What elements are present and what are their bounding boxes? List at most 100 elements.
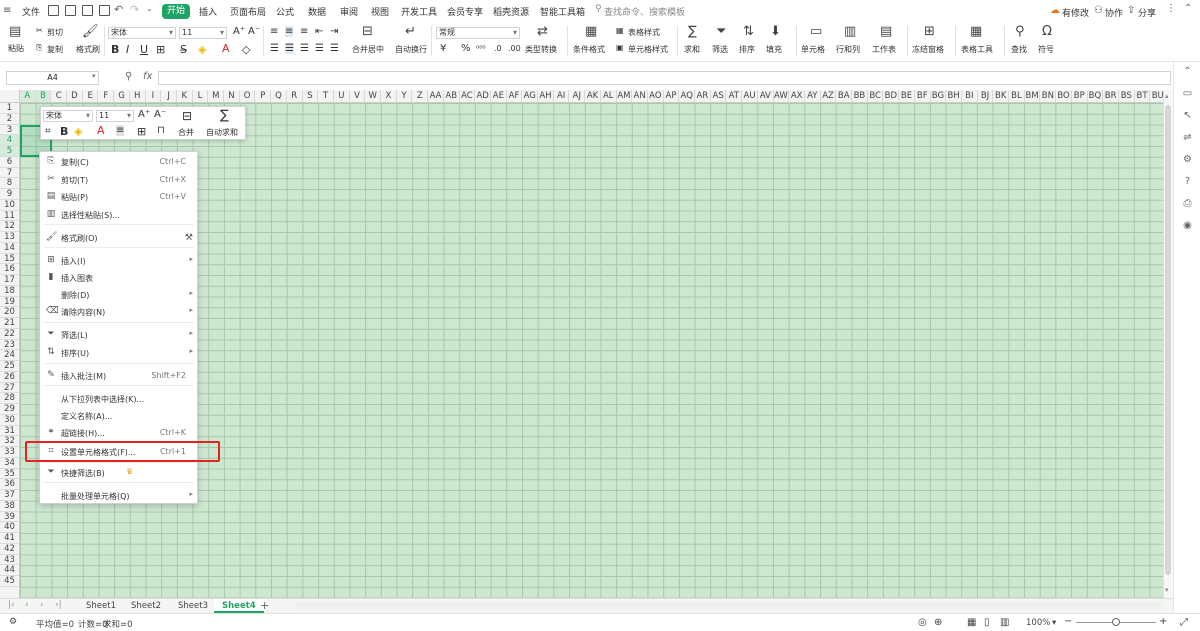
column-header-cell[interactable]: X [381,90,397,102]
column-header-cell[interactable]: AC [460,90,476,102]
cell-style-button[interactable]: 单元格样式 [628,44,668,55]
row-header-cell[interactable]: 5 [0,146,19,157]
tab-data[interactable]: 数据 [308,5,326,18]
paste-icon[interactable]: ▤ [9,25,21,38]
column-header-cell[interactable]: AX [789,90,805,102]
table-style-button[interactable]: 表格样式 [628,27,660,38]
column-header-cell[interactable]: BJ [978,90,994,102]
wrap-text-icon[interactable]: ↵ [405,25,416,38]
freeze-icon[interactable]: ⊞ [924,25,935,38]
column-header-cell[interactable]: H [130,90,146,102]
row-header-cell[interactable]: 11 [0,211,19,222]
row-header-cell[interactable]: 4 [0,135,19,146]
row-header-cell[interactable]: 44 [0,565,19,576]
increase-decimal-icon[interactable]: .0 [494,44,502,53]
column-header-cell[interactable]: AY [805,90,821,102]
macro-icon[interactable]: ⚙ [9,617,17,627]
row-header-cell[interactable]: 23 [0,340,19,351]
menu-item-delete[interactable]: 删除(D) ▸ [40,286,197,303]
merge-icon[interactable]: ⊟ [182,109,192,123]
column-header-cell[interactable]: BU [1150,90,1163,102]
page-layout-view-icon[interactable]: ▯ [984,617,990,628]
autosum-icon[interactable]: ∑ [220,108,229,123]
row-header-cell[interactable]: 31 [0,426,19,437]
column-header-cell[interactable]: P [256,90,272,102]
currency-icon[interactable]: ¥ [440,43,446,54]
column-header-cell[interactable]: AU [742,90,758,102]
border-icon[interactable]: ⊞ [156,43,165,56]
cursor-icon[interactable]: ↖ [1182,110,1193,121]
sort-button[interactable]: 排序 [739,44,755,55]
row-header-cell[interactable]: 3 [0,125,19,136]
row-header-cell[interactable]: 27 [0,383,19,394]
row-header-cell[interactable]: 29 [0,404,19,415]
tab-start[interactable]: 开始 [162,4,190,19]
row-header-cell[interactable]: 12 [0,221,19,232]
font-name-select[interactable]: 宋体 ▾ [108,27,176,39]
clear-format-icon[interactable]: ◇ [242,43,250,56]
tab-page-layout[interactable]: 页面布局 [230,5,266,18]
column-header-cell[interactable]: AL [601,90,617,102]
column-header-cell[interactable]: BT [1135,90,1151,102]
column-header-cell[interactable]: AV [758,90,774,102]
ruler-icon[interactable]: ▭ [1182,88,1193,99]
column-header-cell[interactable]: AR [695,90,711,102]
tab-member[interactable]: 会员专享 [447,5,483,18]
chevron-down-icon[interactable]: ⌄ [146,4,153,13]
row-header-cell[interactable]: 1 [0,103,19,114]
align-left-icon[interactable]: ☰ [270,43,279,54]
zoom-in-icon[interactable]: + [1159,616,1167,627]
column-header-cell[interactable]: AG [522,90,539,102]
print-icon[interactable] [82,5,93,16]
align-middle-icon[interactable]: ≡ [285,26,294,37]
column-header-cell[interactable]: Y [397,90,413,102]
column-header-cell[interactable]: BD [884,90,900,102]
column-header-cell[interactable]: AW [774,90,790,102]
command-search[interactable]: 查找命令、搜索模板 [604,5,685,18]
conditional-format-icon[interactable]: ▦ [585,25,597,38]
cell-button[interactable]: 单元格 [801,44,825,55]
menu-item-paste-special[interactable]: ▥ 选择性粘贴(S)... [40,206,197,223]
column-header-cell[interactable]: AE [491,90,507,102]
bold-icon[interactable]: B [60,125,68,138]
column-header-cell[interactable]: BB [852,90,868,102]
format-painter-button[interactable]: 格式刷 [76,44,100,55]
more-icon[interactable]: ⋮ [1166,3,1176,14]
column-header-cell[interactable]: AI [554,90,570,102]
row-header-cell[interactable]: 45 [0,576,19,587]
sum-button[interactable]: 求和 [684,44,700,55]
open-file-icon[interactable] [48,5,59,16]
column-header-cell[interactable]: AK [585,90,601,102]
merge-center-button[interactable]: 合并居中 [352,44,384,55]
bold-icon[interactable]: B [111,43,119,56]
row-header-cell[interactable]: 21 [0,318,19,329]
column-header-cell[interactable]: M [208,90,225,102]
row-header-cell[interactable]: 28 [0,393,19,404]
worksheet-icon[interactable]: ▤ [880,25,892,38]
location-icon[interactable]: ◉ [1182,220,1193,231]
column-header-cell[interactable]: E [83,90,99,102]
mini-font-size-select[interactable]: 11 ▾ [96,110,134,122]
chevron-down-icon[interactable]: ▾ [92,72,96,80]
column-header-cell[interactable]: W [365,90,382,102]
column-header-cell[interactable]: AQ [679,90,696,102]
merge-button[interactable]: 合并 [178,127,194,138]
column-header-cell[interactable]: AT [727,90,743,102]
type-convert-button[interactable]: 类型转换 [525,44,557,55]
normal-view-icon[interactable]: ▦ [967,617,976,628]
zoom-dropdown-icon[interactable]: ▾ [1052,618,1056,628]
menu-item-define-name[interactable]: 定义名称(A)... [40,407,197,424]
row-header-cell[interactable]: 24 [0,350,19,361]
collapse-ribbon-icon[interactable]: ⌃ [1184,3,1192,14]
row-header-cell[interactable]: 2 [0,114,19,125]
vertical-scroll-thumb[interactable] [1165,105,1171,575]
column-header-cell[interactable]: BR [1103,90,1119,102]
increase-font-icon[interactable]: A⁺ [138,109,150,120]
name-box[interactable]: A4 [6,71,99,85]
align-center-icon[interactable]: ☰ [285,43,294,54]
row-header-cell[interactable]: 20 [0,307,19,318]
zoom-out-icon[interactable]: − [1064,616,1072,627]
has-changes-label[interactable]: 有修改 [1062,6,1089,19]
decrease-decimal-icon[interactable]: .00 [508,44,521,53]
row-header-cell[interactable]: 42 [0,544,19,555]
